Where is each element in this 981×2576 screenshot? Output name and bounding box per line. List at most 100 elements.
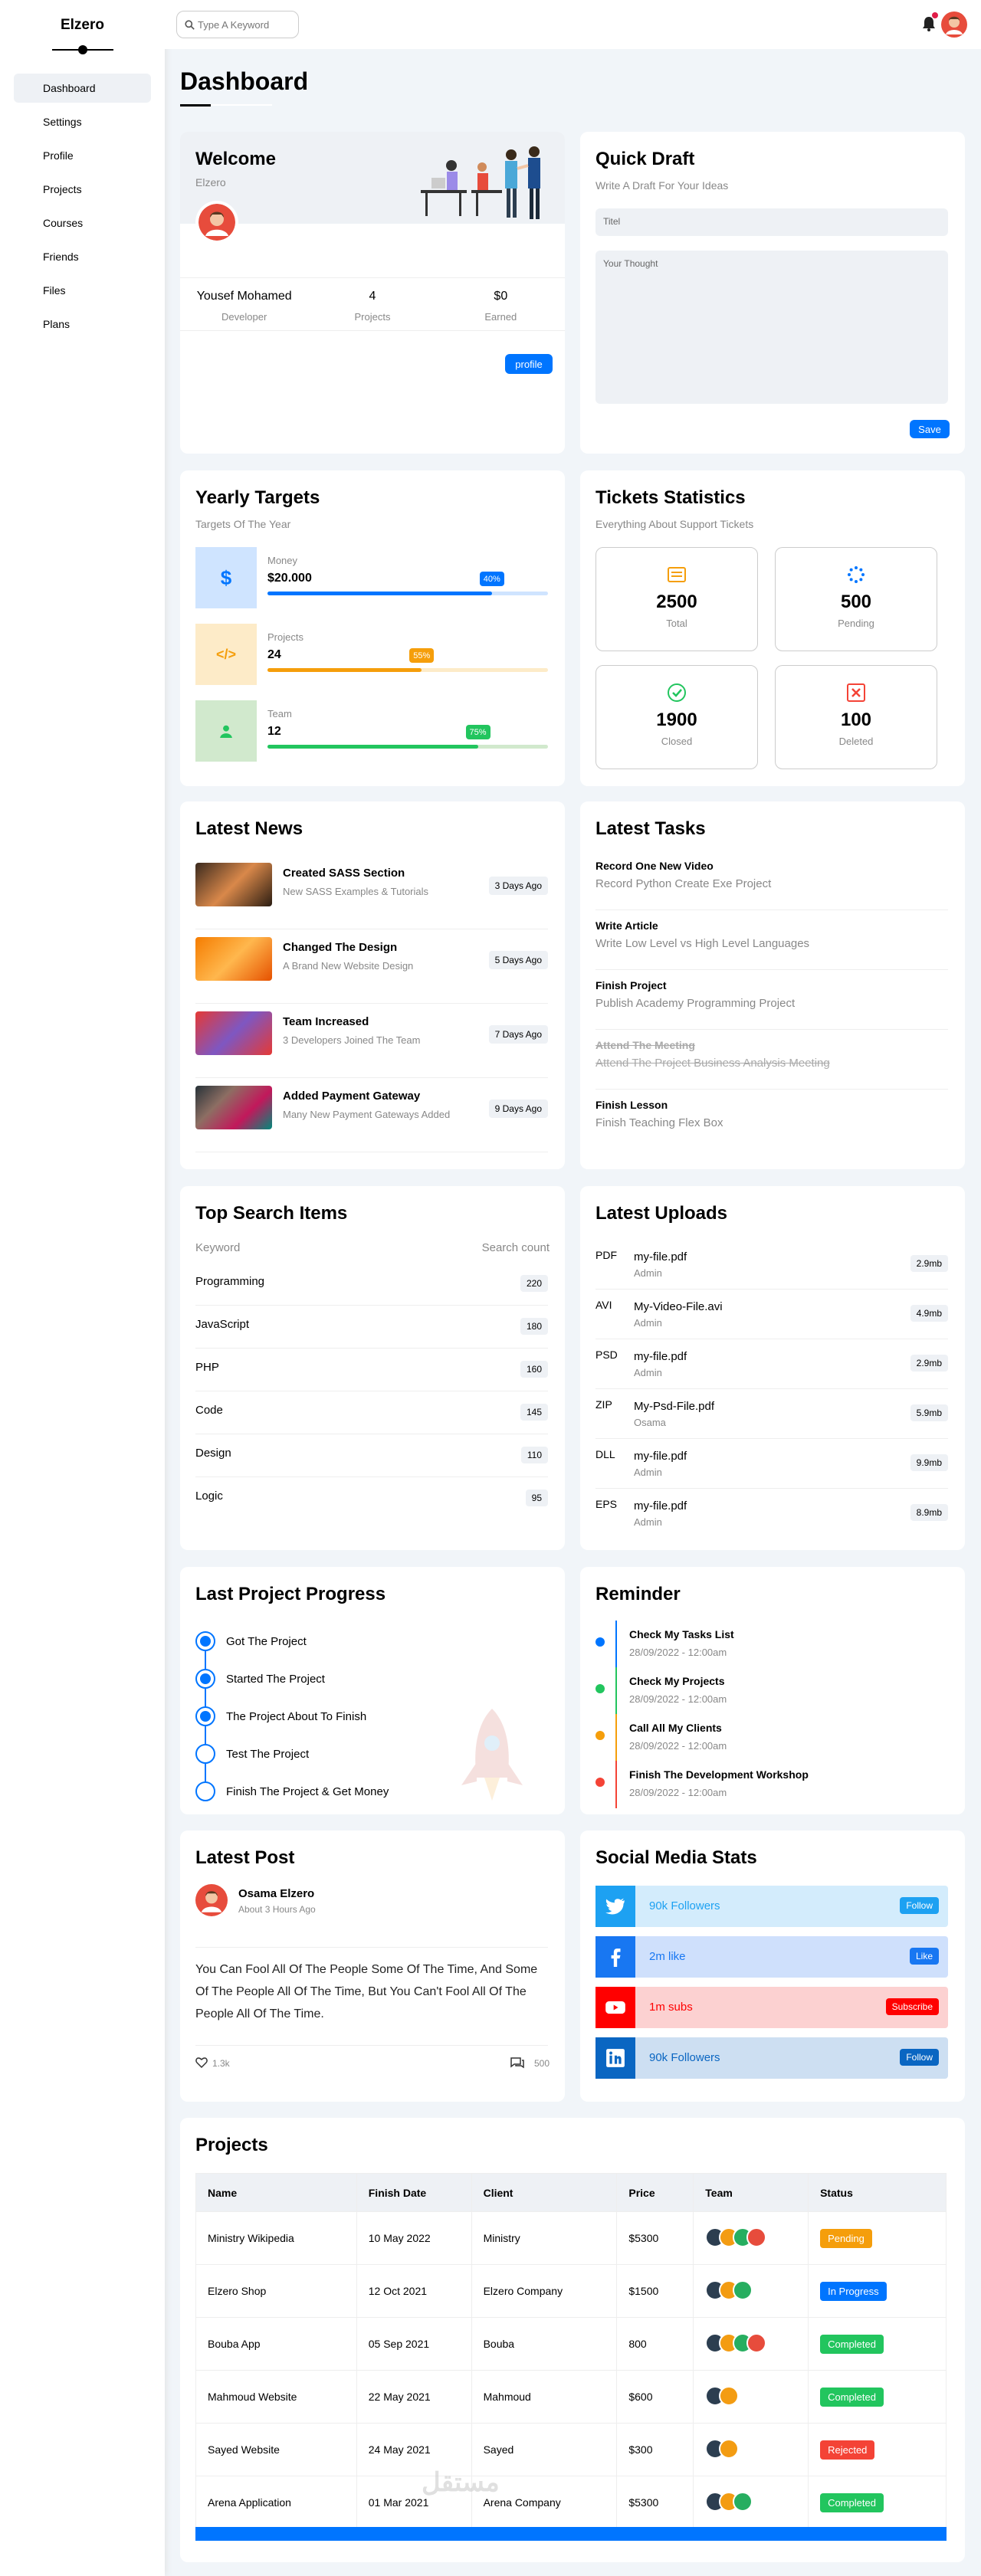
post-body: You Can Fool All Of The People Some Of T… [195,1947,548,2046]
upload-item[interactable]: DLL my-file.pdf Admin 9.9mb [595,1439,948,1489]
news-date-badge: 3 Days Ago [488,877,548,895]
heart-icon[interactable] [195,2057,208,2069]
latest-uploads-card: Latest Uploads PDF my-file.pdf Admin 2.9mb A… [580,1186,965,1550]
news-item[interactable]: Team Increased 3 Developers Joined The Te… [195,1004,548,1078]
project-price: $5300 [616,2476,694,2529]
upload-owner: Admin [634,1317,662,1329]
top-search-card: Top Search Items Keyword Search count Pr… [180,1186,565,1550]
search-placeholder: Type A Keyword [198,18,270,31]
draft-body-textarea[interactable]: Your Thought [595,251,948,404]
project-price: $5300 [616,2211,694,2265]
search-count: 110 [520,1447,548,1463]
upload-item[interactable]: EPS my-file.pdf Admin 8.9mb [595,1489,948,1539]
code-icon: </> [195,624,257,685]
svg-text:AVI: AVI [595,1299,612,1311]
header-avatar[interactable] [941,11,967,38]
progress-title: Last Project Progress [195,1584,386,1604]
social-action-button[interactable]: Subscribe [885,1998,939,2015]
news-item[interactable]: Changed The Design A Brand New Website De… [195,929,548,1004]
project-name: Ministry Wikipedia [195,2211,357,2265]
reminder-date: 28/09/2022 - 12:00am [629,1647,727,1658]
welcome-stats: Yousef Mohamed Developer 4 Projects $0 Earn… [180,277,565,331]
chart-icon [23,83,34,93]
sidebar-item-plans[interactable]: Plans [14,310,151,339]
progress-step: Got The Project [195,1630,307,1653]
projects-card: Projects Name Finish Date Client Price Team S… [180,2118,965,2562]
target-label: Money [267,555,298,566]
news-desc: 3 Developers Joined The Team [283,1034,421,1046]
upload-item[interactable]: AVI My-Video-File.avi Admin 4.9mb [595,1290,948,1339]
trash-icon[interactable] [934,1047,945,1059]
project-team [693,2211,809,2265]
sidebar-nav: Dashboard Settings Profile Projects Courses F… [0,74,165,339]
social-action-button[interactable]: Like [909,1948,939,1965]
upload-item[interactable]: ZIP My-Psd-File.pdf Osama 5.9mb [595,1389,948,1439]
draft-title-input[interactable]: Titel [595,208,948,236]
project-finish-date: 22 May 2021 [356,2370,472,2424]
sidebar-item-courses[interactable]: Courses [14,208,151,238]
file-icon: PDF [595,1249,620,1280]
progress-step: Finish The Project & Get Money [195,1780,389,1803]
search-item-row: Programming 220 [195,1263,548,1306]
trash-icon[interactable] [934,987,945,999]
task-desc: Attend The Project Business Analysis Mee… [595,1057,830,1070]
progress-step: The Project About To Finish [195,1705,366,1728]
sidebar-item-dashboard[interactable]: Dashboard [14,74,151,103]
trash-icon[interactable] [934,867,945,880]
sidebar-item-settings[interactable]: Settings [14,107,151,136]
latest-post-card: Latest Post Osama Elzero About 3 Hours A… [180,1830,565,2102]
sidebar-item-projects[interactable]: Projects [14,175,151,204]
team-avatar [746,2227,767,2247]
upload-name: my-file.pdf [634,1499,687,1512]
trash-icon[interactable] [934,927,945,939]
sidebar-item-files[interactable]: Files [14,276,151,305]
sidebar-item-profile[interactable]: Profile [14,141,151,170]
team-avatar [719,2438,740,2459]
comments-icon[interactable] [510,2057,525,2069]
project-team [693,2317,809,2371]
search-input[interactable]: Type A Keyword [176,11,299,38]
user-role: Developer [221,311,267,323]
sidebar-item-friends[interactable]: Friends [14,242,151,271]
ticket-label: Closed [661,736,693,747]
table-row[interactable]: Arena Application 01 Mar 2021 Arena Compan… [195,2476,947,2529]
reminder-bar [615,1621,617,1668]
upload-item[interactable]: PSD my-file.pdf Admin 2.9mb [595,1339,948,1389]
user-icon [195,700,257,762]
table-row[interactable]: Bouba App 05 Sep 2021 Bouba 800 Completed [195,2317,947,2371]
target-value: $20.000 [267,572,312,585]
progress-label: Got The Project [226,1634,307,1648]
table-scrollbar[interactable] [195,2527,947,2541]
upload-item[interactable]: PDF my-file.pdf Admin 2.9mb [595,1240,948,1290]
sidebar-item-label: Friends [43,251,79,263]
file-icon [23,285,34,296]
target-percent: 75% [465,725,490,739]
reminder-title: Call All My Clients [629,1722,722,1734]
upload-name: my-file.pdf [634,1350,687,1363]
news-item[interactable]: Added Payment Gateway Many New Payment Ga… [195,1078,548,1152]
table-row[interactable]: Ministry Wikipedia 10 May 2022 Ministry $53… [195,2211,947,2265]
profile-button[interactable]: profile [505,354,553,374]
social-action-button[interactable]: Follow [900,1897,939,1914]
upload-name: My-Psd-File.pdf [634,1400,715,1413]
reminder-bar [615,1714,617,1762]
progress-circle-icon [195,1631,215,1651]
status-badge: In Progress [820,2281,887,2301]
save-button[interactable]: Save [910,420,950,438]
upload-owner: Osama [634,1417,666,1428]
table-row[interactable]: Mahmoud Website 22 May 2021 Mahmoud $600 Com… [195,2370,947,2424]
table-row[interactable]: Elzero Shop 12 Oct 2021 Elzero Company $150… [195,2264,947,2318]
table-row[interactable]: Sayed Website 24 May 2021 Sayed $300 Rejecte… [195,2423,947,2476]
reminder-bar [615,1667,617,1715]
table-header-name: Name [195,2173,357,2212]
upload-owner: Admin [634,1467,662,1478]
status-badge: Pending [820,2228,872,2248]
dollar-icon: $ [195,547,257,608]
title-underline [180,104,211,107]
social-action-button[interactable]: Follow [900,2049,939,2066]
projects-table: Name Finish Date Client Price Team Status Min… [195,2173,947,2529]
trash-icon[interactable] [934,1106,945,1119]
news-item[interactable]: Created SASS Section New SASS Examples & … [195,855,548,929]
news-title: Created SASS Section [283,867,405,880]
news-desc: A Brand New Website Design [283,960,414,972]
